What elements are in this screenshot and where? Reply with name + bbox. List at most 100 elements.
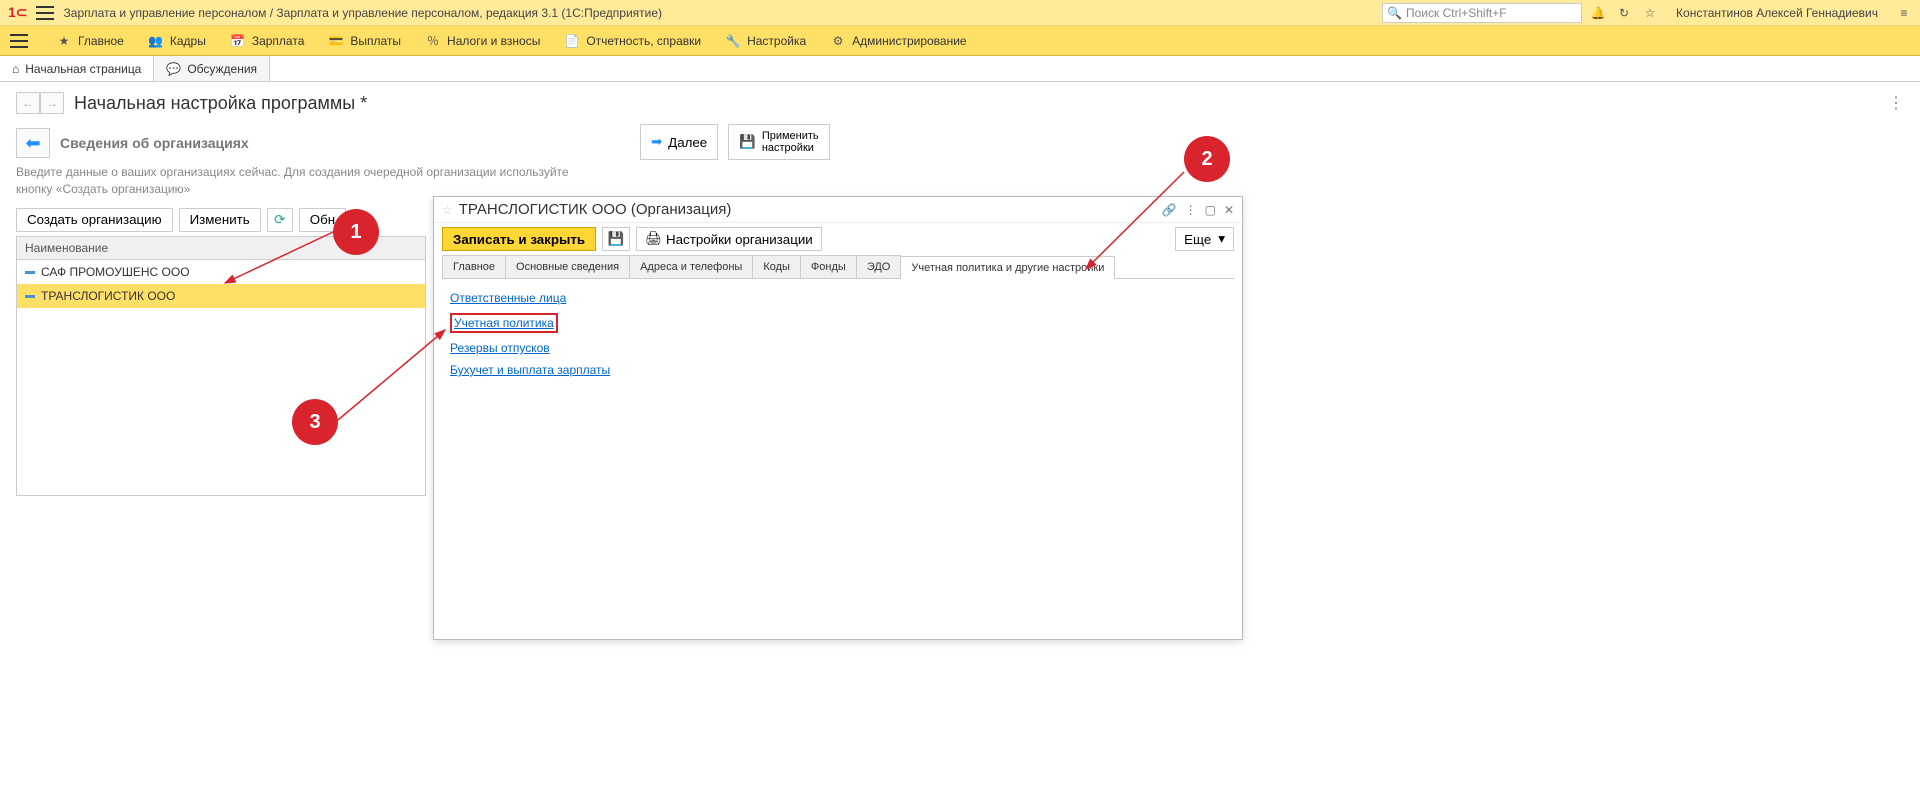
document-icon: 📄 [564, 33, 580, 49]
dialog-close-icon[interactable]: ✕ [1224, 203, 1234, 217]
app-title: Зарплата и управление персоналом / Зарпл… [64, 6, 1383, 20]
main-section-toolbar: ★ Главное 👥Кадры 📅 Зарплата 💳 Выплаты ％Нало… [0, 26, 1920, 56]
org-item-icon: ▬ [25, 290, 35, 301]
tab-home[interactable]: ⌂ Начальная страница [0, 56, 154, 81]
tab-discussions[interactable]: 💬 Обсуждения [154, 56, 270, 81]
section-reports[interactable]: 📄 Отчетность, справки [564, 33, 701, 49]
organizations-list: Наименование ▬ САФ ПРОМОУШЕНС ООО ▬ ТРАН… [16, 236, 426, 496]
save-button[interactable]: 💾 [602, 227, 630, 251]
tab-label: ЭДО [867, 261, 891, 273]
tab-edo[interactable]: ЭДО [856, 255, 902, 278]
section-payments[interactable]: 💳 Выплаты [328, 33, 401, 49]
org-settings-button[interactable]: 🖨Настройки организации [636, 227, 822, 251]
arrow-right-icon: ➡ [651, 134, 662, 150]
history-icon[interactable]: ↻ [1616, 5, 1632, 21]
section-personnel[interactable]: 👥Кадры [148, 33, 206, 49]
section-title: Сведения об организациях [60, 135, 249, 151]
edit-org-button[interactable]: Изменить [179, 208, 261, 232]
save-disk-icon: 💾 [739, 134, 756, 150]
home-icon: ⌂ [12, 62, 19, 76]
list-item[interactable]: ▬ ТРАНСЛОГИСТИК ООО [17, 284, 425, 308]
annotation-circle-3: 3 [292, 399, 338, 445]
section-label: Главное [78, 34, 124, 48]
highlighted-link-box: Учетная политика [450, 313, 558, 333]
create-org-button[interactable]: Создать организацию [16, 208, 173, 232]
more-button[interactable]: Еще▾ [1175, 227, 1234, 251]
button-label: Еще [1184, 232, 1211, 247]
apply-settings-button[interactable]: 💾 Применить настройки [728, 124, 829, 160]
tab-codes[interactable]: Коды [752, 255, 801, 278]
annotation-number: 1 [350, 221, 361, 244]
button-label: Настройки организации [666, 232, 813, 247]
link-label: Резервы отпусков [450, 341, 550, 355]
star-filled-icon: ★ [56, 33, 72, 49]
section-label: Администрирование [852, 34, 966, 48]
link-icon[interactable]: 🔗 [1162, 203, 1177, 217]
section-salary[interactable]: 📅 Зарплата [230, 33, 305, 49]
section-main[interactable]: ★ Главное [56, 33, 124, 49]
app-logo-1c: 1⊂ [8, 4, 28, 21]
tab-label: Фонды [811, 261, 846, 273]
star-icon[interactable]: ☆ [1642, 5, 1658, 21]
page-title: Начальная настройка программы * [74, 93, 367, 114]
list-item[interactable]: ▬ САФ ПРОМОУШЕНС ООО [17, 260, 425, 284]
wrench-icon: 🔧 [725, 33, 741, 49]
annotation-circle-1: 1 [333, 209, 379, 255]
bell-icon[interactable]: 🔔 [1590, 5, 1606, 21]
gear-icon: ⚙ [830, 33, 846, 49]
section-taxes[interactable]: ％Налоги и взносы [425, 33, 540, 49]
dialog-body: Ответственные лица Учетная политика Резе… [434, 279, 1242, 397]
wizard-action-row: ➡ Далее 💾 Применить настройки [640, 124, 830, 160]
dialog-tabs: Главное Основные сведения Адреса и телеф… [442, 255, 1234, 279]
page-header: ← → Начальная настройка программы * ⋮ [0, 82, 1920, 124]
tab-label: Коды [763, 261, 790, 273]
section-label: Выплаты [350, 34, 401, 48]
section-label: Кадры [170, 34, 206, 48]
dialog-menu-icon[interactable]: ⋮ [1185, 203, 1197, 217]
dialog-minimize-icon[interactable]: ▢ [1205, 203, 1216, 217]
tab-main[interactable]: Главное [442, 255, 506, 278]
button-label-line1: Применить [762, 130, 819, 142]
org-item-icon: ▬ [25, 266, 35, 277]
nav-back-button[interactable]: ← [16, 92, 40, 114]
button-label: Записать и закрыть [453, 232, 585, 247]
tab-basic-info[interactable]: Основные сведения [505, 255, 630, 278]
save-and-close-button[interactable]: Записать и закрыть [442, 227, 596, 251]
tab-addresses[interactable]: Адреса и телефоны [629, 255, 753, 278]
nav-forward-button[interactable]: → [40, 92, 64, 114]
link-accounting-policy[interactable]: Учетная политика [454, 316, 554, 330]
section-settings[interactable]: 🔧Настройка [725, 33, 806, 49]
link-responsible-persons[interactable]: Ответственные лица [450, 291, 566, 305]
calendar-icon: 📅 [230, 33, 246, 49]
dialog-titlebar: ☆ ТРАНСЛОГИСТИК ООО (Организация) 🔗 ⋮ ▢ … [434, 197, 1242, 223]
tab-funds[interactable]: Фонды [800, 255, 857, 278]
section-admin[interactable]: ⚙ Администрирование [830, 33, 966, 49]
main-menu-icon[interactable] [36, 6, 54, 20]
section-label: Отчетность, справки [586, 34, 701, 48]
sections-menu-icon[interactable] [10, 34, 28, 48]
button-label: Создать организацию [27, 212, 162, 227]
tab-label: Главное [453, 261, 495, 273]
current-user[interactable]: Константинов Алексей Геннадиевич [1676, 6, 1878, 20]
refresh-button[interactable]: ⟳ [267, 208, 293, 232]
window-controls-icon[interactable]: ≡ [1896, 5, 1912, 21]
favorite-star-icon[interactable]: ☆ [442, 203, 453, 217]
next-button[interactable]: ➡ Далее [640, 124, 718, 160]
wizard-back-button[interactable]: ⬅ [16, 128, 50, 158]
dialog-toolbar: Записать и закрыть 💾 🖨Настройки организа… [434, 223, 1242, 255]
link-label: Ответственные лица [450, 291, 566, 305]
section-label: Зарплата [252, 34, 305, 48]
page-menu-icon[interactable]: ⋮ [1888, 93, 1904, 113]
annotation-circle-2: 2 [1184, 136, 1230, 182]
list-item-label: САФ ПРОМОУШЕНС ООО [41, 265, 190, 279]
link-accounting-payroll[interactable]: Бухучет и выплата зарплаты [450, 363, 610, 377]
tab-label: Учетная политика и другие настройки [911, 262, 1104, 274]
wallet-icon: 💳 [328, 33, 344, 49]
global-search-input[interactable]: 🔍 Поиск Ctrl+Shift+F [1382, 3, 1582, 23]
arrow-left-icon: ⬅ [25, 133, 40, 154]
chat-icon: 💬 [166, 62, 181, 76]
tab-accounting-policy[interactable]: Учетная политика и другие настройки [900, 256, 1115, 279]
refresh-icon: ⟳ [274, 212, 285, 228]
list-item-label: ТРАНСЛОГИСТИК ООО [41, 289, 175, 303]
link-vacation-reserves[interactable]: Резервы отпусков [450, 341, 550, 355]
